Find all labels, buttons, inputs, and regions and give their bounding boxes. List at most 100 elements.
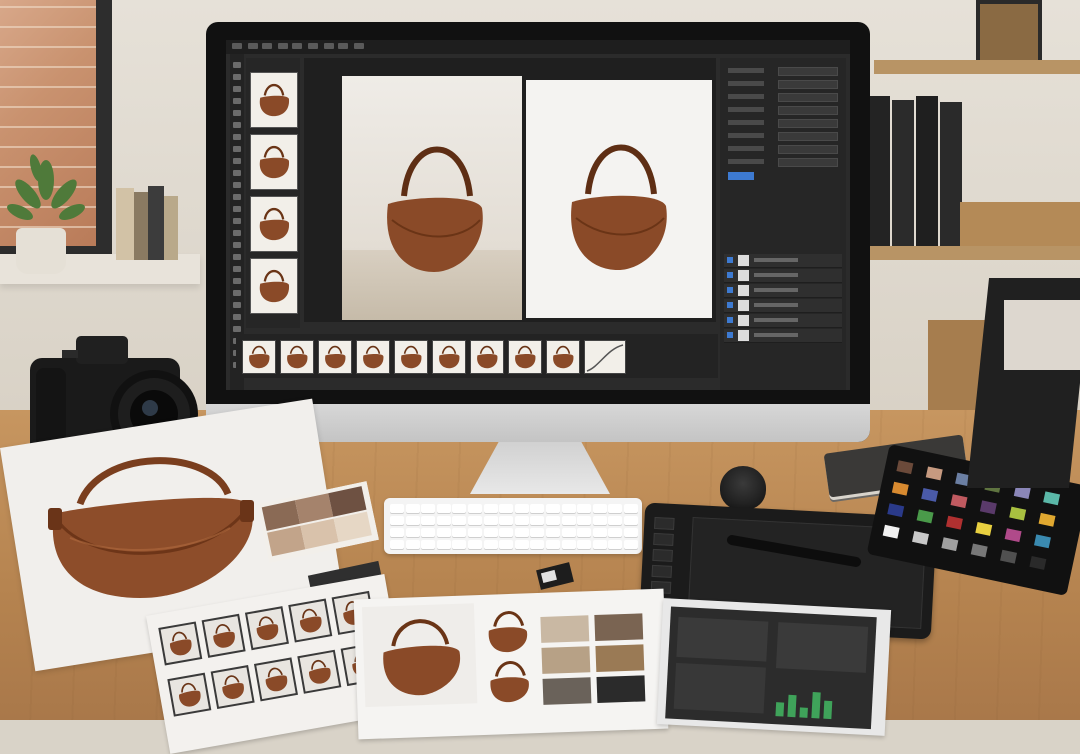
tool-button[interactable]: [233, 266, 241, 272]
key: [390, 540, 404, 549]
strip-thumbnail[interactable]: [394, 340, 428, 374]
document-paper: [1004, 300, 1080, 370]
properties-layers-panel[interactable]: [720, 58, 846, 390]
visibility-icon[interactable]: [727, 287, 733, 293]
layer-row[interactable]: [724, 299, 842, 313]
tool-button[interactable]: [233, 182, 241, 188]
tool-button[interactable]: [233, 194, 241, 200]
print-swatch: [594, 613, 644, 642]
color-patch: [950, 494, 968, 509]
tool-button[interactable]: [233, 62, 241, 68]
layer-row[interactable]: [724, 314, 842, 328]
strip-thumbnail[interactable]: [280, 340, 314, 374]
property-value[interactable]: [778, 93, 838, 102]
filmstrip-horizontal[interactable]: [236, 334, 718, 378]
tool-button[interactable]: [233, 110, 241, 116]
filmstrip-thumbnail[interactable]: [250, 258, 298, 314]
property-value[interactable]: [778, 158, 838, 167]
shelf-top: [874, 60, 1080, 74]
contact-thumbnail: [244, 606, 289, 651]
tool-button[interactable]: [233, 326, 241, 332]
key: [499, 504, 514, 513]
property-label: [728, 159, 764, 164]
filmstrip-thumbnail[interactable]: [250, 134, 298, 190]
property-value[interactable]: [778, 80, 838, 89]
layer-row[interactable]: [724, 284, 842, 298]
menu-item[interactable]: [338, 43, 348, 49]
key: [514, 504, 529, 513]
tool-button[interactable]: [233, 86, 241, 92]
key: [577, 528, 592, 537]
menu-item[interactable]: [278, 43, 288, 49]
tool-button[interactable]: [233, 242, 241, 248]
layer-row[interactable]: [724, 329, 842, 343]
color-patch: [1004, 528, 1022, 543]
visibility-icon[interactable]: [727, 302, 733, 308]
tool-button[interactable]: [233, 254, 241, 260]
tool-button[interactable]: [233, 218, 241, 224]
key: [436, 540, 451, 549]
menu-item[interactable]: [248, 43, 258, 49]
strip-thumbnail[interactable]: [508, 340, 542, 374]
tool-button[interactable]: [233, 314, 241, 320]
menu-item[interactable]: [232, 43, 242, 49]
property-value[interactable]: [778, 119, 838, 128]
strip-thumbnail[interactable]: [318, 340, 352, 374]
menu-item[interactable]: [308, 43, 318, 49]
filmstrip-thumbnail[interactable]: [250, 72, 298, 128]
property-label: [728, 107, 764, 112]
color-patch: [941, 537, 959, 552]
key: [452, 540, 467, 549]
property-value[interactable]: [778, 106, 838, 115]
menu-item[interactable]: [324, 43, 334, 49]
key: [499, 540, 514, 549]
strip-thumbnail[interactable]: [242, 340, 276, 374]
tool-button[interactable]: [233, 206, 241, 212]
strip-thumbnail[interactable]: [470, 340, 504, 374]
color-patch: [882, 524, 900, 539]
tool-button[interactable]: [233, 290, 241, 296]
tool-button[interactable]: [233, 122, 241, 128]
tool-button[interactable]: [233, 170, 241, 176]
visibility-icon[interactable]: [727, 257, 733, 263]
key: [561, 516, 576, 525]
visibility-icon[interactable]: [727, 317, 733, 323]
strip-thumbnail[interactable]: [432, 340, 466, 374]
color-patch: [912, 531, 929, 545]
menu-item[interactable]: [262, 43, 272, 49]
curves-graph[interactable]: [584, 340, 626, 374]
key: [468, 504, 482, 513]
contact-thumbnail: [201, 613, 246, 658]
layer-row[interactable]: [724, 269, 842, 283]
property-value[interactable]: [778, 145, 838, 154]
key: [592, 528, 607, 537]
color-patch: [916, 509, 934, 524]
active-button[interactable]: [728, 172, 754, 180]
key: [436, 528, 451, 537]
color-patch: [1033, 534, 1051, 549]
strip-thumbnail[interactable]: [546, 340, 580, 374]
key: [577, 504, 592, 513]
filmstrip-thumbnail[interactable]: [250, 196, 298, 252]
tool-button[interactable]: [233, 278, 241, 284]
filmstrip-vertical[interactable]: [246, 58, 300, 328]
tool-button[interactable]: [233, 74, 241, 80]
menu-item[interactable]: [354, 43, 364, 49]
tool-button[interactable]: [233, 158, 241, 164]
property-value[interactable]: [778, 132, 838, 141]
strip-thumbnail[interactable]: [356, 340, 390, 374]
key: [405, 516, 420, 525]
property-value[interactable]: [778, 67, 838, 76]
visibility-icon[interactable]: [727, 332, 733, 338]
key: [624, 516, 638, 525]
visibility-icon[interactable]: [727, 272, 733, 278]
color-patch: [1038, 512, 1056, 527]
tool-button[interactable]: [233, 134, 241, 140]
menu-item[interactable]: [292, 43, 302, 49]
layer-row[interactable]: [724, 254, 842, 268]
tool-button[interactable]: [233, 98, 241, 104]
menu-bar[interactable]: [226, 40, 850, 54]
tool-button[interactable]: [233, 146, 241, 152]
tool-button[interactable]: [233, 302, 241, 308]
tool-button[interactable]: [233, 230, 241, 236]
